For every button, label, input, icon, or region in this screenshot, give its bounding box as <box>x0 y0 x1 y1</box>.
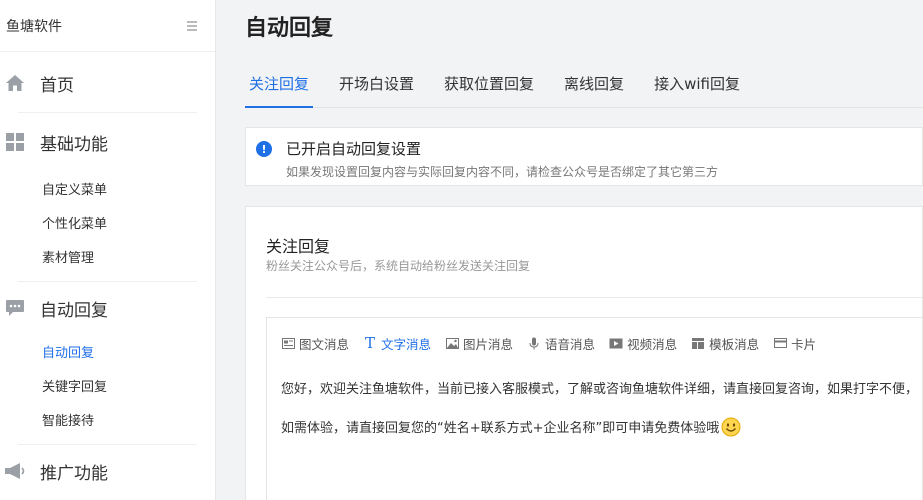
tool-text-message[interactable]: T 文字消息 <box>363 334 431 353</box>
message-line: 您好，欢迎关注鱼塘软件，当前已接入客服模式，了解或咨询鱼塘软件详细，请直接回复咨… <box>281 382 919 397</box>
sidebar-item-auto-reply[interactable]: 自动回复 <box>0 334 215 368</box>
follow-reply-card: 关注回复 粉丝关注公众号后，系统自动给粉丝发送关注回复 图文消息 T 文字消息 … <box>245 206 923 500</box>
page-title: 自动回复 <box>245 16 334 41</box>
tab-location-reply[interactable]: 获取位置回复 <box>440 60 538 107</box>
grid-icon <box>4 131 26 153</box>
sidebar: 鱼塘软件 首页 基础功能 自定义菜单 个性化菜单 素材管理 自动回复 自动回复 … <box>0 0 216 500</box>
tab-follow-reply[interactable]: 关注回复 <box>245 60 314 108</box>
sidebar-item-keyword-reply[interactable]: 关键字回复 <box>0 368 215 402</box>
smile-emoji-icon <box>721 417 741 437</box>
sidebar-item-custom-menu[interactable]: 自定义菜单 <box>0 171 215 205</box>
brand-name: 鱼塘软件 <box>6 18 62 35</box>
reply-text-area[interactable]: 您好，欢迎关注鱼塘软件，当前已接入客服模式，了解或咨询鱼塘软件详细，请直接回复咨… <box>267 368 922 437</box>
tool-label: 模板消息 <box>709 336 760 352</box>
tool-template-message[interactable]: 模板消息 <box>691 334 759 353</box>
news-icon <box>281 336 295 350</box>
nav-section-basic[interactable]: 基础功能 <box>0 113 215 171</box>
image-icon <box>445 336 459 350</box>
microphone-icon <box>527 336 541 350</box>
sidebar-item-personalized-menu[interactable]: 个性化菜单 <box>0 205 215 239</box>
card-icon <box>773 336 787 350</box>
nav-section-label: 首页 <box>40 75 74 96</box>
nav-section-label: 推广功能 <box>40 463 108 484</box>
nav-section-label: 基础功能 <box>40 134 108 155</box>
message-text: 如需体验，请直接回复您的“姓名+联系方式+企业名称”即可申请免费体验哦 <box>281 421 720 436</box>
tool-card-message[interactable]: 卡片 <box>773 334 816 353</box>
tool-label: 图文消息 <box>299 336 350 352</box>
tool-voice-message[interactable]: 语音消息 <box>527 334 595 353</box>
message-line: 如需体验，请直接回复您的“姓名+联系方式+企业名称”即可申请免费体验哦 <box>281 417 922 437</box>
tool-label: 视频消息 <box>627 336 678 352</box>
tool-label: 语音消息 <box>545 336 596 352</box>
nav-section-auto-reply[interactable]: 自动回复 <box>0 282 215 334</box>
tool-news-message[interactable]: 图文消息 <box>281 334 349 353</box>
sidebar-item-material[interactable]: 素材管理 <box>0 239 215 273</box>
reply-tabs: 关注回复 开场白设置 获取位置回复 离线回复 接入wifi回复 <box>245 60 923 108</box>
tool-label: 图片消息 <box>463 336 514 352</box>
tool-label: 卡片 <box>791 336 817 352</box>
card-title: 关注回复 <box>266 237 331 256</box>
main-area: 自动回复 关注回复 开场白设置 获取位置回复 离线回复 接入wifi回复 ! 已… <box>217 0 923 500</box>
nav-section-home[interactable]: 首页 <box>0 54 215 112</box>
nav-section-label: 自动回复 <box>40 300 108 321</box>
template-icon <box>691 336 705 350</box>
sidebar-item-smart-reception[interactable]: 智能接待 <box>0 402 215 436</box>
chat-icon <box>4 297 26 319</box>
card-desc: 粉丝关注公众号后，系统自动给粉丝发送关注回复 <box>266 259 531 273</box>
notice-desc: 如果发现设置回复内容与实际回复内容不同，请检查公众号是否绑定了其它第三方 <box>286 165 719 179</box>
tool-label: 文字消息 <box>381 336 432 352</box>
megaphone-icon <box>4 460 26 482</box>
message-type-toolbar: 图文消息 T 文字消息 图片消息 语音消息 视频消息 模板消息 卡片 <box>267 318 922 368</box>
reply-editor: 图文消息 T 文字消息 图片消息 语音消息 视频消息 模板消息 卡片 您好，欢迎… <box>266 317 922 500</box>
tab-offline-reply[interactable]: 离线回复 <box>560 60 628 107</box>
brand-bar: 鱼塘软件 <box>0 0 215 52</box>
notice-title: 已开启自动回复设置 <box>286 140 422 158</box>
video-icon <box>609 336 623 350</box>
divider <box>266 297 922 298</box>
tool-image-message[interactable]: 图片消息 <box>445 334 513 353</box>
tool-video-message[interactable]: 视频消息 <box>609 334 677 353</box>
tab-opening-setting[interactable]: 开场白设置 <box>335 60 418 107</box>
menu-toggle-icon[interactable] <box>187 20 197 31</box>
status-notice: ! 已开启自动回复设置 如果发现设置回复内容与实际回复内容不同，请检查公众号是否… <box>245 127 923 186</box>
text-icon: T <box>365 334 376 352</box>
home-icon <box>4 72 26 94</box>
nav-section-promotion[interactable]: 推广功能 <box>0 445 215 497</box>
tab-wifi-reply[interactable]: 接入wifi回复 <box>650 60 744 107</box>
info-icon: ! <box>256 141 272 157</box>
